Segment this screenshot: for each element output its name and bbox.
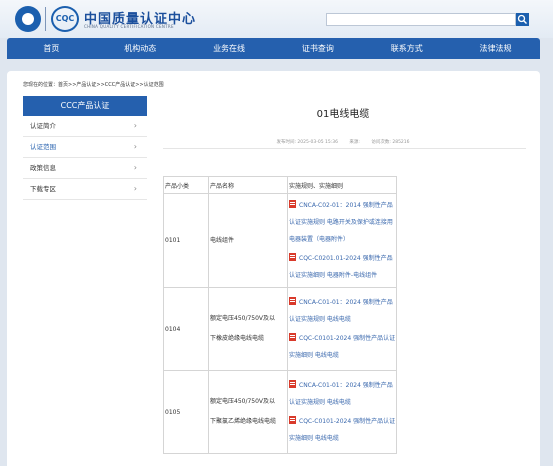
article-meta: 发布时间: 2025-03-05 15:36 来源: 访问次数: 285216 xyxy=(163,139,523,145)
table-header-row: 产品小类 产品名称 实施规则、实施细则 xyxy=(163,176,397,194)
nav-home[interactable]: 首页 xyxy=(7,38,96,59)
search-input[interactable] xyxy=(326,13,516,26)
product-name: 额定电压450/750V及以 下橡皮绝缘电线电缆 xyxy=(208,287,288,371)
sidebar-title: CCC产品认证 xyxy=(23,96,147,116)
cqc-logo[interactable]: CQC xyxy=(51,6,79,32)
logo-divider xyxy=(45,7,46,31)
breadcrumb: 您现在的位置：首页>>产品认证>>CCC产品认证>>认证范围 xyxy=(23,82,164,88)
category-code: 0104 xyxy=(163,287,209,371)
sidebar-item-scope[interactable]: 认证范围 › xyxy=(23,137,147,158)
chevron-right-icon: › xyxy=(133,184,137,193)
sidebar-item-intro[interactable]: 认证简介 › xyxy=(23,116,147,137)
rule-link[interactable]: CQC-C0101-2024 强制性产品认证实施细则 电线电缆 xyxy=(289,413,396,447)
sidebar-item-label: 认证范围 xyxy=(30,143,56,151)
nav-law[interactable]: 法律法规 xyxy=(451,38,540,59)
sidebar-item-label: 下载专区 xyxy=(30,185,56,193)
publish-time: 发布时间: 2025-03-05 15:36 xyxy=(276,140,338,145)
ccc-logo[interactable] xyxy=(15,6,41,32)
chevron-right-icon: › xyxy=(133,163,137,172)
nav-news[interactable]: 机构动态 xyxy=(96,38,185,59)
column-header: 产品小类 xyxy=(163,176,209,194)
article-source: 来源: xyxy=(349,140,360,145)
nav-contact[interactable]: 联系方式 xyxy=(362,38,451,59)
rule-link[interactable]: CQC-C0201.01-2024 强制性产品认证实施细则 电器附件-电线组件 xyxy=(289,250,396,284)
content-panel: 您现在的位置：首页>>产品认证>>CCC产品认证>>认证范围 CCC产品认证 认… xyxy=(7,71,540,466)
divider xyxy=(163,148,526,149)
sidebar-item-label: 认证简介 xyxy=(30,122,56,130)
org-name-en: CHINA QUALITY CERTIFICATION CENTRE xyxy=(84,24,174,29)
sidebar-item-downloads[interactable]: 下载专区 › xyxy=(23,179,147,200)
pdf-icon xyxy=(289,253,296,261)
column-header: 产品名称 xyxy=(208,176,288,194)
pdf-icon xyxy=(289,200,296,208)
table-row: 0105 额定电压450/750V及以 下聚氯乙烯绝缘电线电缆 CNCA-C01-… xyxy=(163,370,397,454)
table-row: 0101 电线组件 CNCA-C02-01：2014 强制性产品认证实施规则 电… xyxy=(163,193,397,288)
nav-certificate[interactable]: 证书查询 xyxy=(273,38,362,59)
search-button[interactable] xyxy=(516,13,529,26)
site-header: CQC 中国质量认证中心 CHINA QUALITY CERTIFICATION… xyxy=(0,0,553,38)
rules-cell: CNCA-C02-01：2014 强制性产品认证实施规则 电路开关及保护或连接用… xyxy=(287,193,397,288)
rule-link[interactable]: CNCA-C01-01：2024 强制性产品认证实施规则 电线电缆 xyxy=(289,294,396,328)
scope-table: 产品小类 产品名称 实施规则、实施细则 0101 电线组件 CNCA-C02-0… xyxy=(163,176,397,454)
visit-count: 访问次数: 285216 xyxy=(371,140,410,145)
rules-cell: CNCA-C01-01：2024 强制性产品认证实施规则 电线电缆 CQC-C0… xyxy=(287,370,397,454)
article-title: 01电线电缆 xyxy=(316,109,370,120)
table-row: 0104 额定电压450/750V及以 下橡皮绝缘电线电缆 CNCA-C01-01… xyxy=(163,287,397,371)
rules-cell: CNCA-C01-01：2024 强制性产品认证实施规则 电线电缆 CQC-C0… xyxy=(287,287,397,371)
column-header: 实施规则、实施细则 xyxy=(287,176,397,194)
chevron-right-icon: › xyxy=(133,142,137,151)
main-nav: 首页 机构动态 业务在线 证书查询 联系方式 法律法规 xyxy=(7,38,540,59)
pdf-icon xyxy=(289,380,296,388)
sidebar-menu: 认证简介 › 认证范围 › 政策信息 › 下载专区 › xyxy=(23,116,147,200)
product-name: 额定电压450/750V及以 下聚氯乙烯绝缘电线电缆 xyxy=(208,370,288,454)
rule-link[interactable]: CNCA-C02-01：2014 强制性产品认证实施规则 电路开关及保护或连接用… xyxy=(289,197,396,248)
nav-business[interactable]: 业务在线 xyxy=(185,38,274,59)
category-code: 0101 xyxy=(163,193,209,288)
pdf-icon xyxy=(289,416,296,424)
sidebar-item-policy[interactable]: 政策信息 › xyxy=(23,158,147,179)
category-code: 0105 xyxy=(163,370,209,454)
search-icon xyxy=(517,14,527,24)
pdf-icon xyxy=(289,297,296,305)
sidebar-item-label: 政策信息 xyxy=(30,164,56,172)
chevron-right-icon: › xyxy=(133,121,137,130)
rule-link[interactable]: CQC-C0101-2024 强制性产品认证实施细则 电线电缆 xyxy=(289,330,396,364)
product-name: 电线组件 xyxy=(208,193,288,288)
rule-link[interactable]: CNCA-C01-01：2024 强制性产品认证实施规则 电线电缆 xyxy=(289,377,396,411)
pdf-icon xyxy=(289,333,296,341)
